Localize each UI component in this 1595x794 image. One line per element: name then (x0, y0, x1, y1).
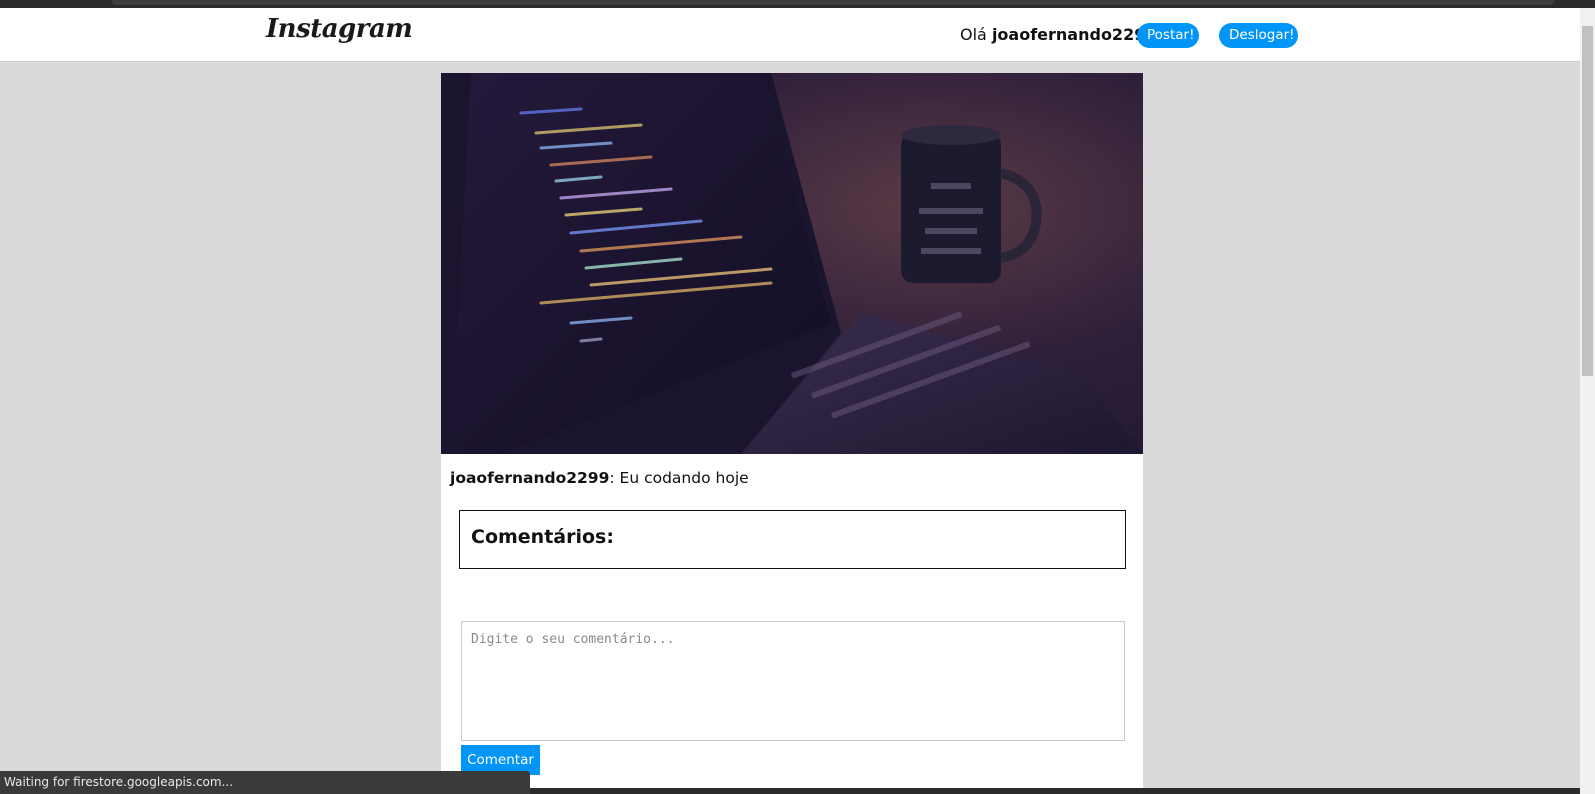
browser-bottom-strip (530, 788, 1580, 794)
user-greeting: Olá joaofernando2299 (960, 25, 1156, 44)
app-header: Instagram Olá joaofernando2299 Postar! D… (0, 8, 1580, 62)
comments-section: Comentários: (459, 510, 1126, 569)
post-image-art (441, 73, 1143, 454)
logout-button[interactable]: Deslogar! (1219, 23, 1298, 48)
greeting-username: joaofernando2299 (991, 25, 1157, 44)
caption-separator: : (609, 469, 620, 487)
greeting-prefix: Olá (960, 25, 992, 44)
comments-title: Comentários: (471, 526, 614, 548)
scrollbar-thumb[interactable] (1582, 26, 1593, 376)
browser-top-strip-inner (112, 0, 1555, 5)
instagram-logo[interactable]: Instagram (266, 14, 413, 44)
post-author[interactable]: joaofernando2299 (450, 469, 609, 487)
browser-status-bar: Waiting for firestore.googleapis.com... (0, 771, 530, 794)
post-button[interactable]: Postar! (1137, 23, 1199, 48)
post-caption: joaofernando2299: Eu codando hoje (450, 469, 749, 487)
browser-top-strip (0, 0, 1595, 8)
caption-text: Eu codando hoje (619, 469, 749, 487)
page-scrollbar[interactable] (1580, 8, 1595, 794)
post-image (441, 73, 1143, 454)
post-card: joaofernando2299: Eu codando hoje Coment… (441, 73, 1143, 794)
comment-input[interactable] (461, 621, 1125, 741)
